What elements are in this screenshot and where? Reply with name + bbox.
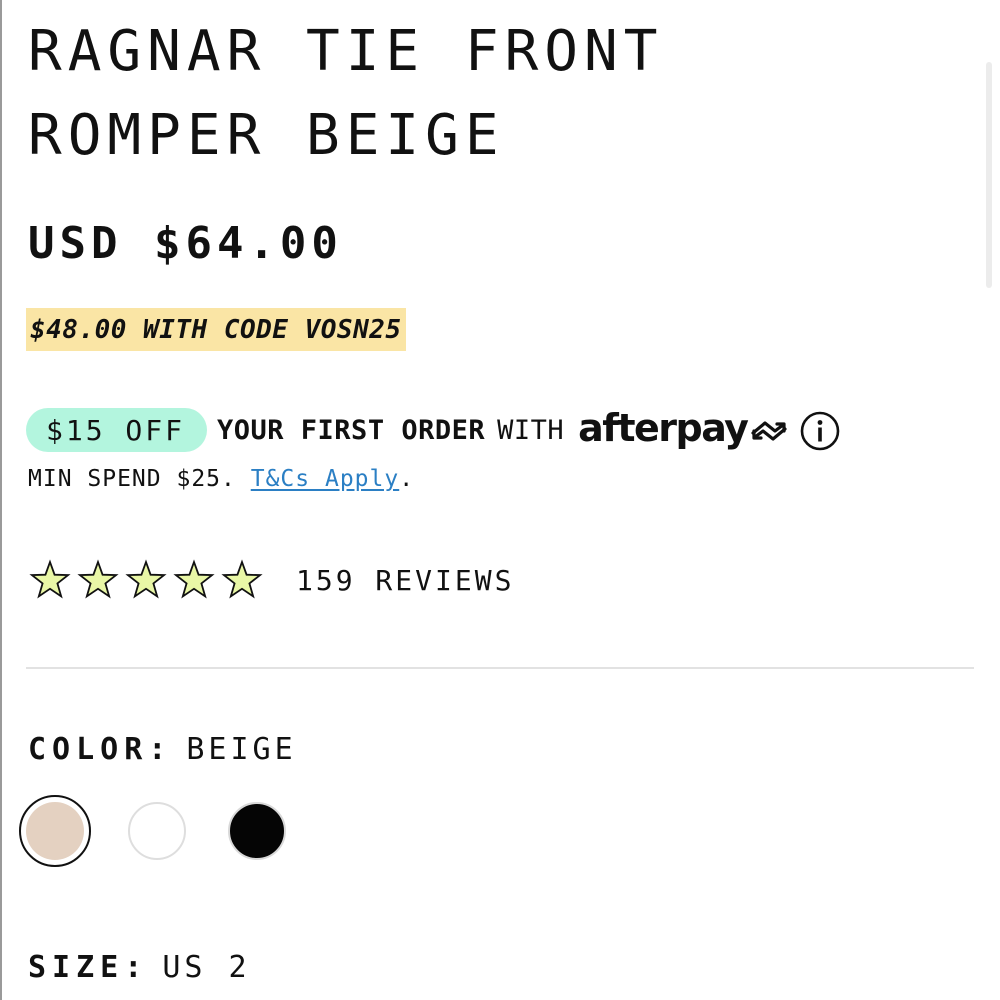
product-title-line-1: RAGNAR TIE FRONT bbox=[28, 19, 664, 84]
star-icon bbox=[221, 559, 263, 599]
star-icon bbox=[173, 559, 215, 599]
size-value: US 2 bbox=[162, 950, 251, 985]
tcs-link[interactable]: T&Cs Apply bbox=[251, 466, 399, 492]
color-label: COLOR: bbox=[28, 732, 173, 767]
afterpay-offer: $15 OFF YOUR FIRST ORDER WITH afterpay bbox=[26, 406, 841, 454]
afterpay-discount-pill: $15 OFF bbox=[26, 408, 208, 452]
scrollbar[interactable] bbox=[986, 62, 992, 288]
reviews-link[interactable]: 159 REVIEWS bbox=[296, 564, 514, 597]
size-label: SIZE: bbox=[28, 950, 149, 985]
section-divider bbox=[26, 667, 974, 669]
page-edge bbox=[0, 0, 2, 1000]
color-selector-heading: COLOR: BEIGE bbox=[28, 732, 297, 767]
first-order-text: YOUR FIRST ORDER bbox=[217, 414, 486, 446]
star-rating bbox=[28, 559, 268, 601]
tcs-period: . bbox=[399, 466, 415, 492]
star-icon bbox=[77, 559, 119, 599]
star-icon bbox=[125, 559, 167, 599]
color-value: BEIGE bbox=[186, 732, 297, 767]
size-selector-heading: SIZE: US 2 bbox=[28, 950, 251, 985]
product-title: RAGNAR TIE FRONT ROMPER BEIGE bbox=[28, 10, 663, 178]
product-price: USD $64.00 bbox=[28, 218, 343, 269]
afterpay-logo-text: afterpay bbox=[578, 406, 749, 450]
product-rating[interactable]: 159 REVIEWS bbox=[28, 558, 514, 602]
afterpay-arrows-icon bbox=[751, 421, 788, 441]
star-icon bbox=[29, 559, 71, 599]
min-spend-note: MIN SPEND $25. T&Cs Apply. bbox=[28, 466, 414, 492]
promo-code-banner: $48.00 WITH CODE VOSN25 bbox=[26, 308, 406, 351]
min-spend-text: MIN SPEND $25. bbox=[28, 466, 236, 492]
product-title-line-2: ROMPER BEIGE bbox=[28, 103, 505, 168]
color-swatch-black[interactable] bbox=[228, 802, 286, 860]
color-swatch-white[interactable] bbox=[128, 802, 186, 860]
color-swatch-beige[interactable] bbox=[26, 802, 84, 860]
info-icon[interactable] bbox=[799, 410, 841, 452]
with-text: WITH bbox=[497, 414, 565, 446]
